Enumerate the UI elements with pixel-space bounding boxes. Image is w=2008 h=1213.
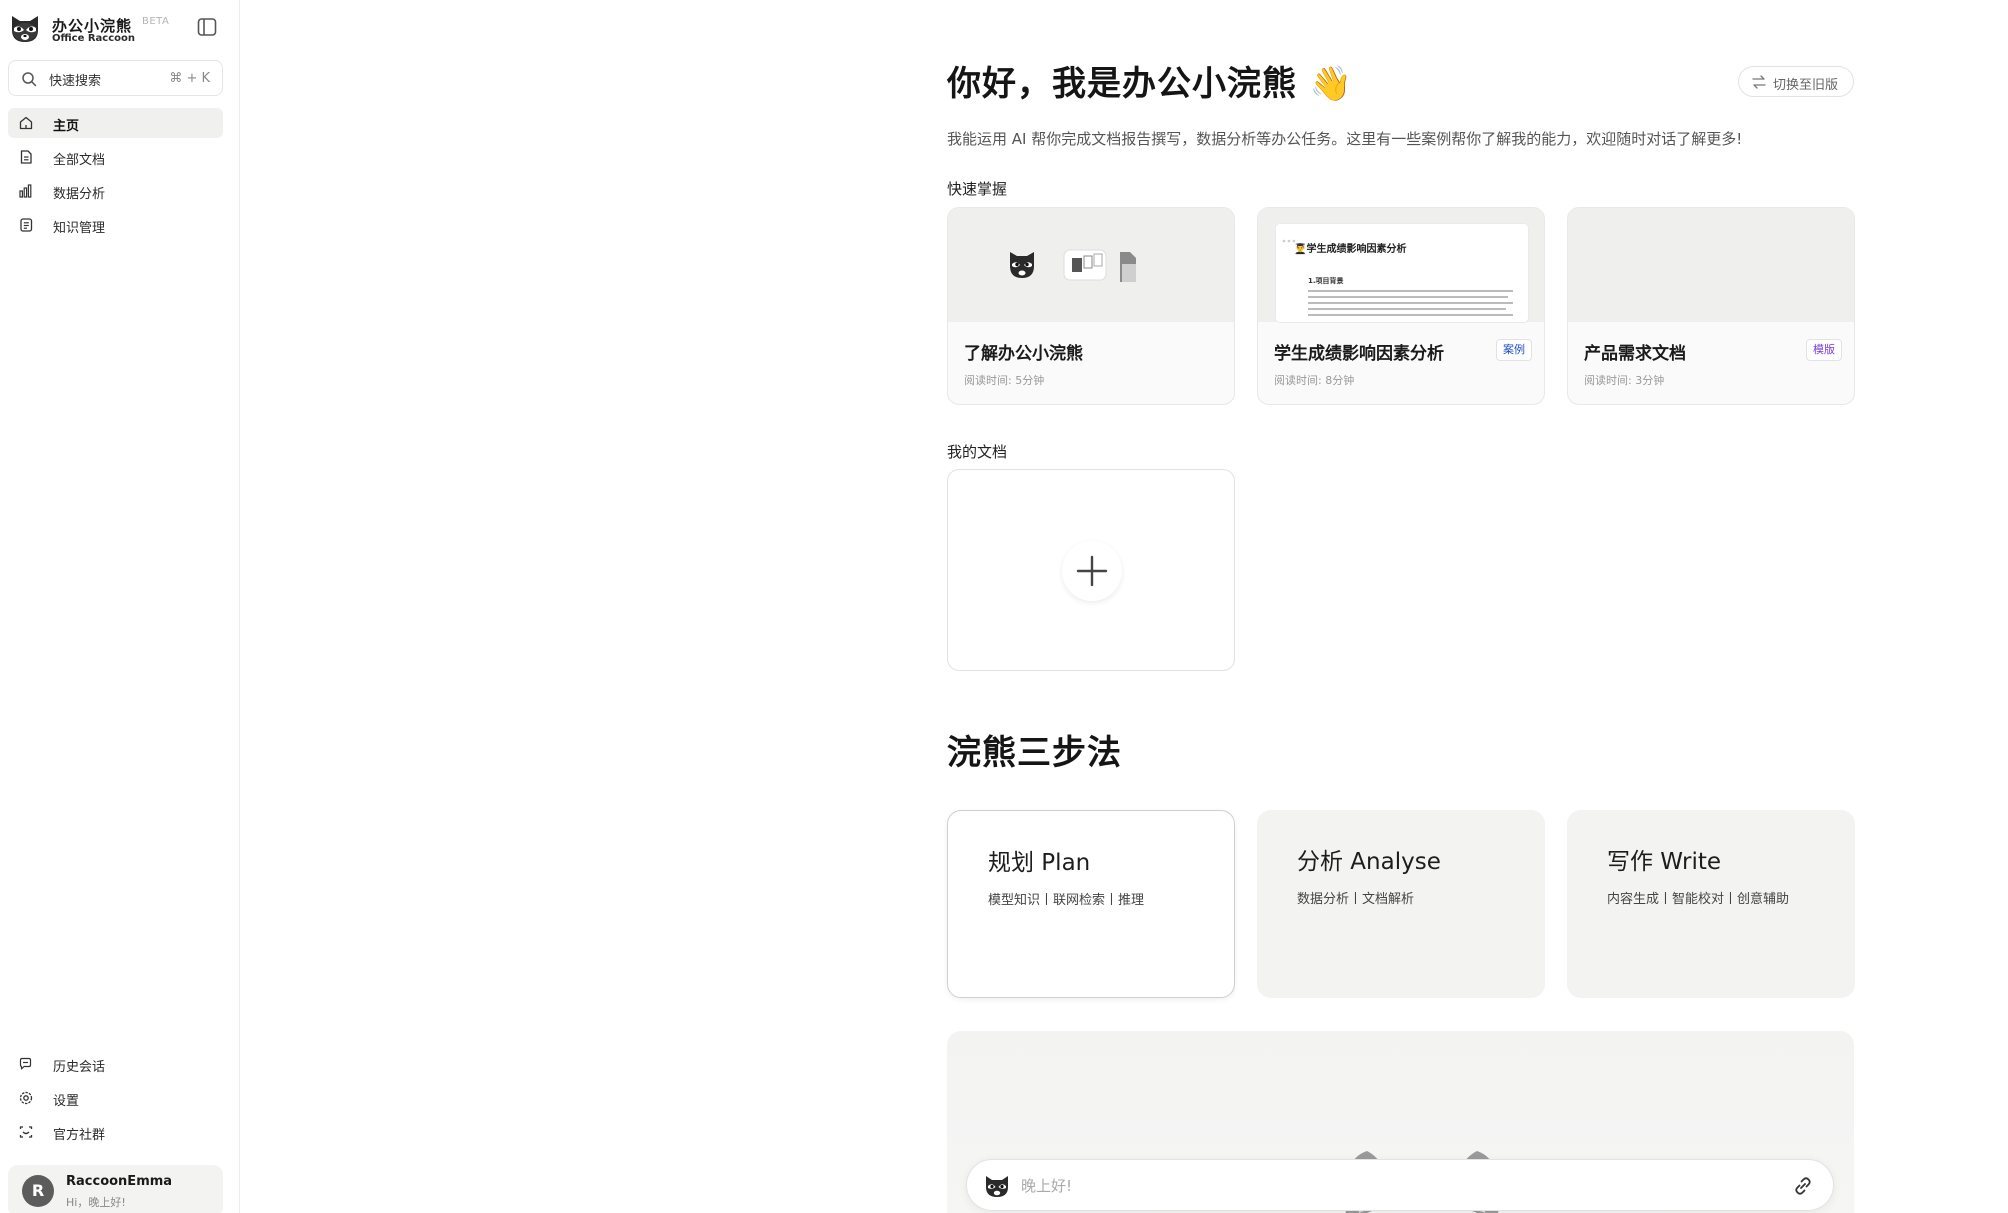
sidebar-toggle-icon[interactable] bbox=[196, 16, 218, 38]
card-thumbnail bbox=[1568, 208, 1854, 322]
card-read-time: 阅读时间: 8分钟 bbox=[1274, 374, 1355, 387]
step-title: 写作 Write bbox=[1607, 849, 1722, 875]
step-write[interactable]: 写作 Write 内容生成丨智能校对丨创意辅助 bbox=[1567, 810, 1855, 998]
document-preview: 👨‍🎓学生成绩影响因素分析 1.项目背景 bbox=[1276, 224, 1528, 322]
step-plan[interactable]: 规划 Plan 模型知识丨联网检索丨推理 bbox=[947, 810, 1235, 998]
template-badge: 模版 bbox=[1806, 339, 1842, 361]
new-document-circle bbox=[1062, 541, 1122, 601]
user-name: RaccoonEmma bbox=[66, 1174, 173, 1189]
steps-heading: 浣熊三步法 bbox=[947, 733, 1122, 773]
greeting-text: 你好，我是办公小浣熊 bbox=[947, 64, 1297, 104]
nav-label: 官方社群 bbox=[53, 1128, 106, 1143]
wave-emoji-icon: 👋 bbox=[1309, 64, 1354, 104]
app-icons-illustration bbox=[1010, 249, 1136, 282]
search-shortcut: ⌘ + K bbox=[169, 71, 210, 86]
nav-label: 知识管理 bbox=[53, 221, 106, 236]
document-stack-icon bbox=[1120, 252, 1136, 282]
swap-icon bbox=[1752, 75, 1766, 89]
intro-text: 我能运用 AI 帮你完成文档报告撰写，数据分析等办公任务。这里有一些案例帮你了解… bbox=[947, 130, 1743, 148]
home-icon bbox=[19, 116, 33, 130]
quick-search[interactable]: 快速搜索 ⌘ + K bbox=[8, 60, 223, 96]
step-subtitle: 数据分析丨文档解析 bbox=[1297, 892, 1415, 907]
brand-subtitle: Office Raccoon bbox=[52, 33, 136, 44]
switch-old-version-button[interactable]: 切换至旧版 bbox=[1738, 66, 1854, 97]
card-title: 了解办公小浣熊 bbox=[964, 344, 1083, 364]
nav-label: 主页 bbox=[53, 119, 80, 134]
raccoon-logo-icon bbox=[986, 1176, 1008, 1197]
notebook-icon bbox=[20, 218, 33, 232]
chat-input-bar[interactable] bbox=[966, 1159, 1834, 1211]
nav-item-settings[interactable]: 设置 bbox=[8, 1083, 223, 1113]
sidebar: 办公小浣熊 BETA Office Raccoon 快速搜索 ⌘ + K 主页 … bbox=[0, 0, 240, 1213]
switch-old-version-label: 切换至旧版 bbox=[1773, 78, 1839, 93]
nav-item-community[interactable]: 官方社群 bbox=[8, 1117, 223, 1147]
chat-history-icon bbox=[19, 1057, 32, 1070]
user-greeting: Hi，晚上好! bbox=[66, 1196, 126, 1209]
main-content: 你好，我是办公小浣熊 👋 切换至旧版 我能运用 AI 帮你完成文档报告撰写，数据… bbox=[241, 0, 2008, 1213]
user-card[interactable]: R RaccoonEmma Hi，晚上好! bbox=[8, 1165, 223, 1213]
card-title: 产品需求文档 bbox=[1584, 344, 1686, 364]
new-document-button[interactable] bbox=[947, 469, 1235, 671]
step-subtitle: 内容生成丨智能校对丨创意辅助 bbox=[1607, 892, 1790, 907]
card-read-time: 阅读时间: 5分钟 bbox=[964, 374, 1045, 387]
nav-item-knowledge[interactable]: 知识管理 bbox=[8, 210, 223, 240]
nav-label: 历史会话 bbox=[53, 1060, 106, 1075]
nav-item-history[interactable]: 历史会话 bbox=[8, 1049, 223, 1079]
step-title: 分析 Analyse bbox=[1297, 849, 1441, 875]
nav-item-home[interactable]: 主页 bbox=[8, 108, 223, 138]
step-analyse[interactable]: 分析 Analyse 数据分析丨文档解析 bbox=[1257, 810, 1545, 998]
step-subtitle: 模型知识丨联网检索丨推理 bbox=[988, 893, 1145, 908]
link-icon[interactable] bbox=[1791, 1174, 1815, 1198]
quick-card-prd[interactable]: 产品需求文档 模版 阅读时间: 3分钟 bbox=[1567, 207, 1855, 405]
nav-item-all-docs[interactable]: 全部文档 bbox=[8, 142, 223, 172]
office-files-icon bbox=[1063, 249, 1107, 281]
card-thumbnail bbox=[948, 208, 1234, 322]
quick-card-student-analysis[interactable]: 👨‍🎓学生成绩影响因素分析 1.项目背景 学生成绩影响因素分析 案例 阅读时间:… bbox=[1257, 207, 1545, 405]
search-label: 快速搜索 bbox=[49, 74, 102, 89]
step-title: 规划 Plan bbox=[988, 850, 1091, 876]
plus-icon bbox=[1076, 555, 1108, 587]
avatar: R bbox=[22, 1175, 54, 1207]
chat-input[interactable] bbox=[1021, 1174, 1721, 1198]
nav-label: 设置 bbox=[53, 1094, 80, 1109]
search-icon bbox=[22, 72, 37, 87]
nav-label: 数据分析 bbox=[53, 187, 106, 202]
gear-icon bbox=[19, 1091, 33, 1105]
nav-label: 全部文档 bbox=[53, 153, 106, 168]
quick-start-heading: 快速掌握 bbox=[947, 180, 1008, 198]
raccoon-logo-icon bbox=[12, 16, 38, 42]
my-docs-heading: 我的文档 bbox=[947, 443, 1008, 461]
window-dots-icon bbox=[1282, 228, 1302, 243]
community-icon bbox=[19, 1126, 33, 1138]
quick-card-about[interactable]: 了解办公小浣熊 阅读时间: 5分钟 bbox=[947, 207, 1235, 405]
preview-title: 👨‍🎓学生成绩影响因素分析 bbox=[1294, 244, 1407, 255]
bar-chart-icon bbox=[19, 184, 32, 198]
preview-heading: 1.项目背景 bbox=[1308, 277, 1344, 285]
raccoon-logo-icon bbox=[1010, 252, 1034, 278]
document-icon bbox=[20, 150, 32, 164]
card-thumbnail: 👨‍🎓学生成绩影响因素分析 1.项目背景 bbox=[1258, 208, 1544, 322]
nav-item-data-analysis[interactable]: 数据分析 bbox=[8, 176, 223, 206]
preview-text-lines bbox=[1308, 290, 1513, 316]
card-read-time: 阅读时间: 3分钟 bbox=[1584, 374, 1665, 387]
case-badge: 案例 bbox=[1496, 339, 1532, 361]
card-title: 学生成绩影响因素分析 bbox=[1274, 344, 1444, 364]
beta-badge: BETA bbox=[142, 16, 170, 27]
page-title: 你好，我是办公小浣熊 👋 bbox=[947, 56, 1353, 105]
